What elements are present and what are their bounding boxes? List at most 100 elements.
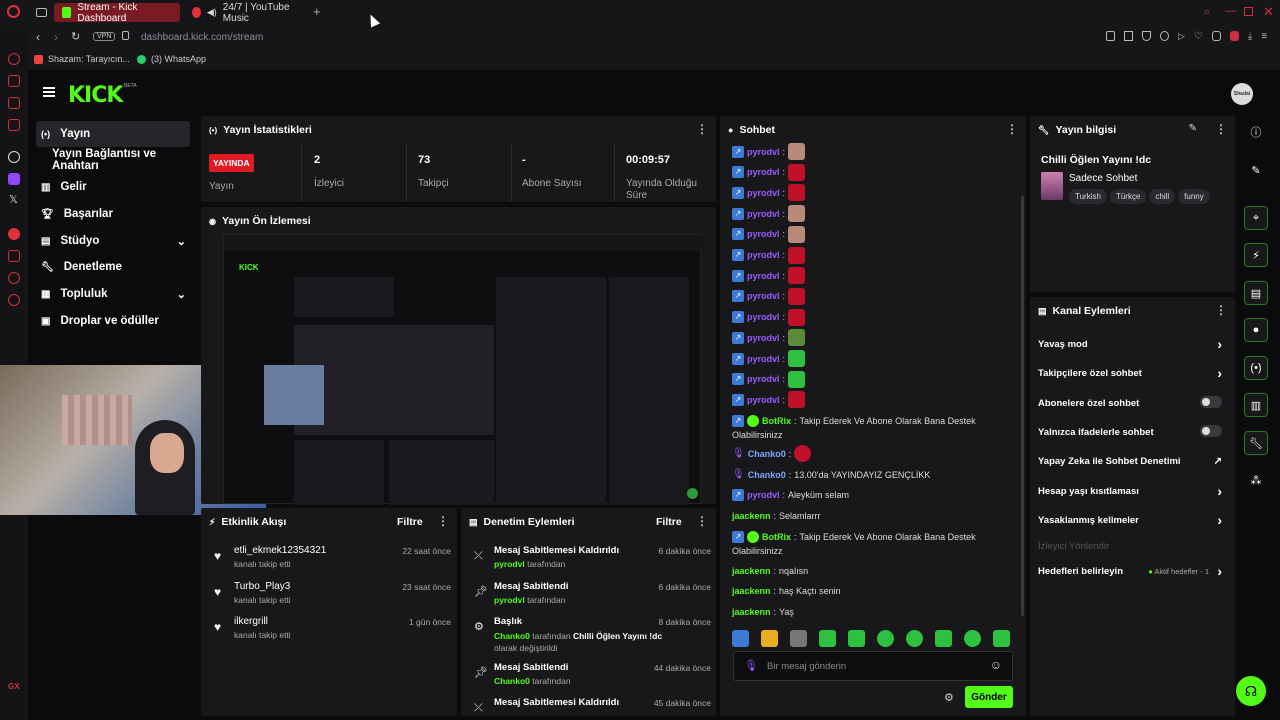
- profile-icon[interactable]: [1229, 31, 1239, 41]
- close-window-button[interactable]: ✕: [1263, 4, 1274, 20]
- action-slow-mode[interactable]: Yavaş mod ›: [1038, 336, 1222, 352]
- action-banned-words[interactable]: Yasaklanmış kelimeler ›: [1038, 512, 1222, 528]
- more-options-icon[interactable]: ⋮: [437, 514, 449, 528]
- chat-bubble-icon[interactable]: ●: [1244, 318, 1268, 342]
- chat-username[interactable]: pyrodvl: [747, 333, 780, 343]
- tag[interactable]: Turkish: [1069, 189, 1107, 204]
- user-avatar[interactable]: Shadai: [1231, 83, 1253, 105]
- filter-button[interactable]: Filtre: [397, 516, 423, 528]
- chat-username[interactable]: pyrodvl: [747, 271, 780, 281]
- action-account-age[interactable]: Hesap yaşı kısıtlaması ›: [1038, 483, 1222, 499]
- extensions-icon[interactable]: [1211, 31, 1221, 41]
- chat-username[interactable]: BotRix: [762, 416, 791, 426]
- activity-user[interactable]: Turbo_Play3: [234, 581, 290, 592]
- nav-item-droplar[interactable]: ▣ Droplar ve ödüller: [36, 308, 159, 334]
- hamburger-menu-icon[interactable]: [43, 87, 55, 97]
- heart-icon[interactable]: ♡: [1194, 31, 1203, 42]
- forward-icon[interactable]: ›: [54, 30, 58, 44]
- chat-settings-icon[interactable]: ⚙︎: [944, 691, 954, 704]
- action-followers-only[interactable]: Takipçilere özel sohbet ›: [1038, 365, 1222, 381]
- emote-icon[interactable]: [877, 630, 894, 647]
- download-icon[interactable]: ⤓: [1248, 31, 1252, 42]
- more-apps-icon[interactable]: ⁂: [1244, 468, 1268, 492]
- chat-username[interactable]: Chanko0: [748, 449, 786, 459]
- chat-username[interactable]: jaackenn: [732, 607, 771, 617]
- nav-item-studyo[interactable]: ▤ Stüdyo ⌄: [36, 228, 190, 254]
- filter-button[interactable]: Filtre: [656, 516, 682, 528]
- action-ai-moderation[interactable]: Yapay Zeka ile Sohbet Denetimi ↗: [1038, 456, 1222, 467]
- chat-username[interactable]: pyrodvl: [747, 209, 780, 219]
- info-icon[interactable]: ⓘ: [1244, 120, 1268, 144]
- player-icon[interactable]: [8, 272, 20, 284]
- emote-icon[interactable]: [848, 630, 865, 647]
- gx-icon[interactable]: GX: [8, 682, 20, 691]
- chatgpt-icon[interactable]: [8, 151, 20, 163]
- kick-logo[interactable]: KICK: [68, 83, 123, 108]
- downloads-icon[interactable]: [8, 250, 20, 262]
- wrench-icon[interactable]: 🔧︎: [1244, 431, 1268, 455]
- x-twitter-icon[interactable]: 𝕏: [9, 193, 18, 206]
- whatsapp-bookmark[interactable]: (3) WhatsApp: [137, 54, 206, 64]
- activity-user[interactable]: etli_ekmek12354321: [234, 545, 326, 556]
- shield-icon[interactable]: [1142, 31, 1151, 41]
- nav-item-basarilar[interactable]: 🏆︎ Başarılar: [36, 201, 113, 227]
- send-button[interactable]: Gönder: [965, 686, 1013, 708]
- pinboard-icon[interactable]: [8, 119, 20, 131]
- camera-icon[interactable]: [1160, 31, 1169, 41]
- menu-icon[interactable]: ≡: [1261, 31, 1267, 42]
- more-options-icon[interactable]: ⋮: [1215, 303, 1227, 317]
- mod-user[interactable]: Chanko0: [494, 676, 530, 686]
- vpn-badge[interactable]: VPN: [93, 32, 116, 41]
- tab-overview-icon[interactable]: [36, 8, 47, 17]
- maximize-button[interactable]: [1244, 7, 1253, 16]
- snapshot-icon[interactable]: [1124, 31, 1133, 41]
- tag[interactable]: funny: [1178, 189, 1210, 204]
- tab-youtube-music[interactable]: ◀) 24/7 | YouTube Music: [184, 2, 308, 24]
- lightning-icon[interactable]: ⚡︎: [1244, 243, 1268, 267]
- reload-icon[interactable]: ↻: [71, 30, 80, 43]
- nav-item-gelir[interactable]: ▥ Gelir: [36, 174, 87, 200]
- settings-icon[interactable]: [8, 294, 20, 306]
- youtube-music-icon[interactable]: [8, 228, 20, 240]
- emote-icon[interactable]: [761, 630, 778, 647]
- chat-username[interactable]: pyrodvl: [747, 250, 780, 260]
- chat-username[interactable]: jaackenn: [732, 511, 771, 521]
- chat-username[interactable]: pyrodvl: [747, 374, 780, 384]
- more-options-icon[interactable]: ⋮: [1006, 122, 1018, 136]
- play-icon[interactable]: ▷: [1178, 31, 1185, 42]
- stream-preview-video[interactable]: KICK: [223, 234, 702, 505]
- nav-item-stream-key[interactable]: Yayın Bağlantısı ve Anahtarı: [47, 147, 198, 173]
- nav-item-topluluk[interactable]: ▦ Topluluk ⌄: [36, 281, 190, 307]
- chat-username[interactable]: pyrodvl: [747, 229, 780, 239]
- category-thumbnail[interactable]: [1041, 172, 1063, 200]
- chat-username[interactable]: Chanko0: [748, 470, 786, 480]
- edit-icon[interactable]: ✎: [1244, 158, 1268, 182]
- more-options-icon[interactable]: ⋮: [696, 122, 708, 136]
- emote-icon[interactable]: [906, 630, 923, 647]
- edit-icon[interactable]: ✎: [1189, 123, 1197, 134]
- chat-username[interactable]: BotRix: [762, 532, 791, 542]
- broadcast-icon[interactable]: (•): [1244, 356, 1268, 380]
- minimize-button[interactable]: —: [1225, 5, 1236, 17]
- dashboard-icon[interactable]: ▥: [1244, 393, 1268, 417]
- more-options-icon[interactable]: ⋮: [696, 514, 708, 528]
- chat-username[interactable]: pyrodvl: [747, 395, 780, 405]
- crypto-wallet-icon[interactable]: [8, 75, 20, 87]
- mod-user[interactable]: pyrodvl: [494, 559, 525, 569]
- search-icon[interactable]: ⌕: [1204, 6, 1210, 19]
- nav-item-yayin[interactable]: (•) Yayın: [36, 121, 190, 147]
- emote-icon[interactable]: [993, 630, 1010, 647]
- chat-username[interactable]: pyrodvl: [747, 354, 780, 364]
- chat-username[interactable]: jaackenn: [732, 586, 771, 596]
- activity-user[interactable]: ilkergrill: [234, 616, 268, 627]
- new-tab-button[interactable]: +: [313, 5, 321, 18]
- chat-username[interactable]: pyrodvl: [747, 312, 780, 322]
- emotes-only-toggle[interactable]: [1200, 425, 1222, 437]
- subscribers-only-toggle[interactable]: [1200, 396, 1222, 408]
- chat-scrollbar[interactable]: [1021, 196, 1024, 616]
- emote-icon[interactable]: [819, 630, 836, 647]
- emoji-icon[interactable]: ☺: [990, 658, 1002, 672]
- emote-icon[interactable]: [964, 630, 981, 647]
- clip-icon[interactable]: ⌖: [1244, 206, 1268, 230]
- emote-icon[interactable]: [732, 630, 749, 647]
